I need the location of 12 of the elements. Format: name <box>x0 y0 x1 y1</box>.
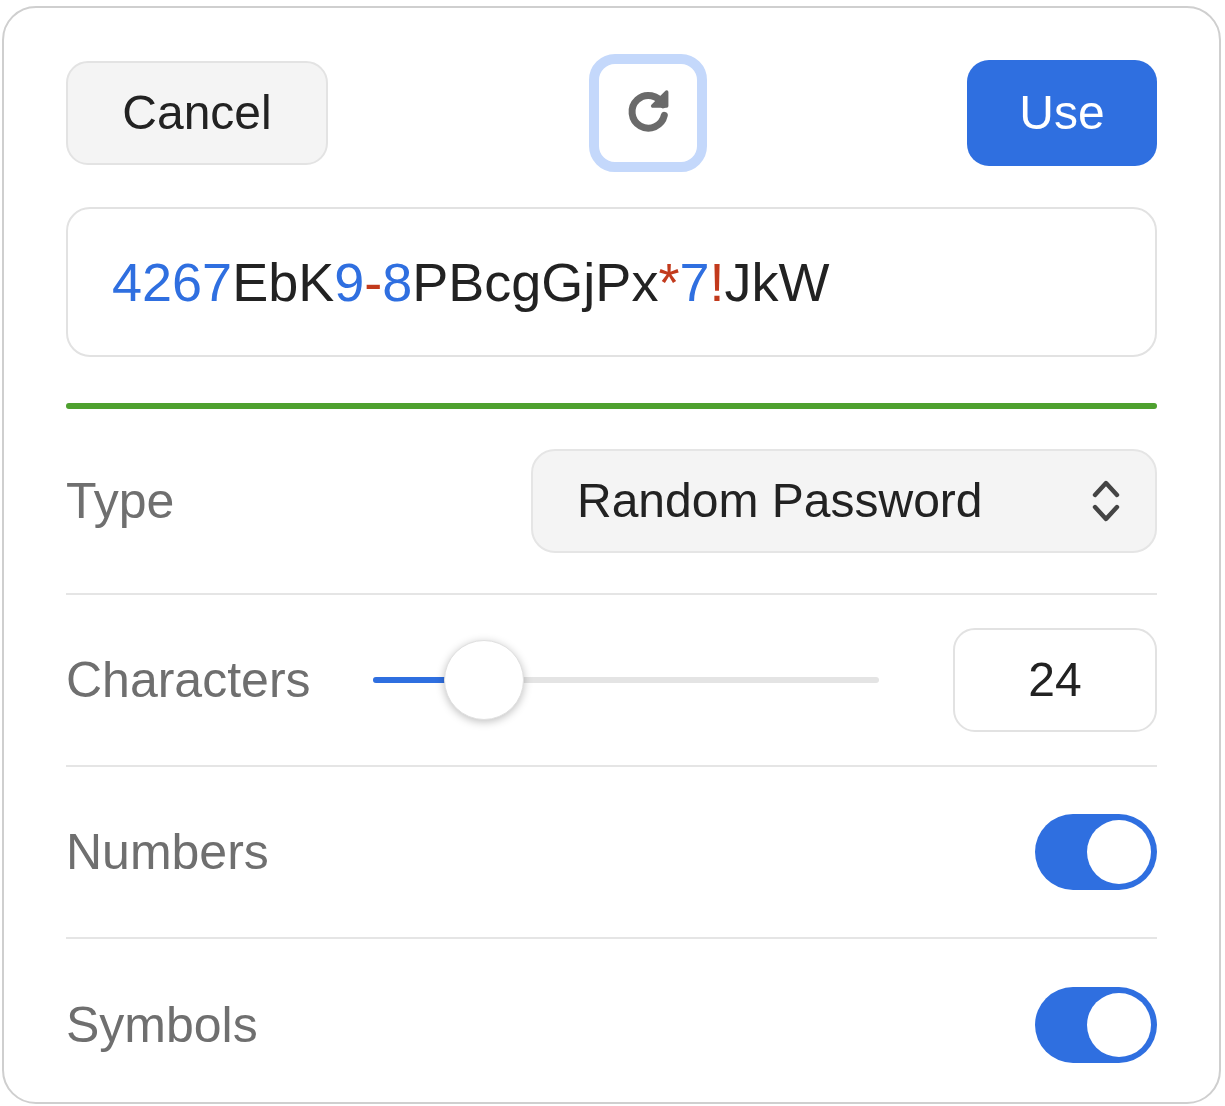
type-select[interactable]: Random Password <box>531 449 1157 553</box>
slider-thumb[interactable] <box>443 640 524 720</box>
length-field[interactable]: 24 <box>953 628 1157 732</box>
cancel-button[interactable]: Cancel <box>66 61 328 165</box>
length-slider[interactable] <box>372 639 879 721</box>
option-label: Type <box>66 471 175 531</box>
option-label: Numbers <box>66 822 269 882</box>
option-label: Symbols <box>66 995 258 1055</box>
option-label: Characters <box>66 650 311 710</box>
use-button[interactable]: Use <box>967 60 1157 166</box>
password-field[interactable]: 4267EbK9-8PBcgGjPx*7!JkW <box>66 207 1157 357</box>
refresh-button[interactable] <box>588 54 707 172</box>
